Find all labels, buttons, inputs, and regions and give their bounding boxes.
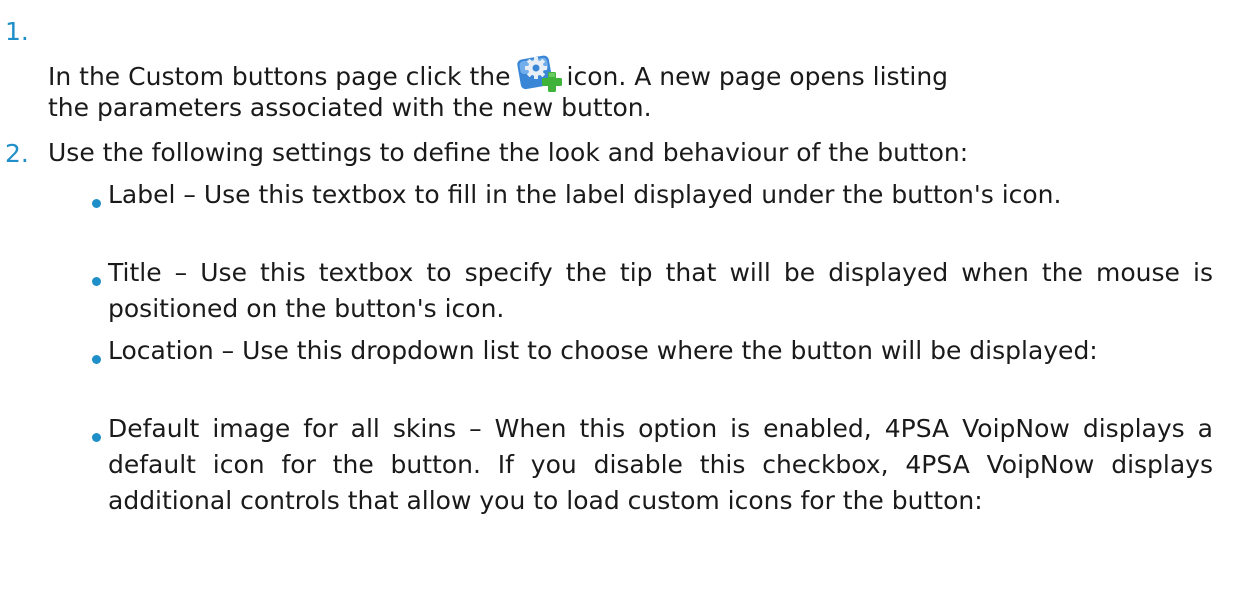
add-custom-button-gear-icon	[515, 53, 563, 93]
step-text-continued: the parameters associated with the new b…	[48, 93, 652, 122]
list-item: Default image for all skins – When this …	[108, 414, 1213, 515]
list-item: Label – Use this textbox to fill in the …	[108, 180, 1062, 209]
list-item: Location – Use this dropdown list to cho…	[108, 336, 1098, 365]
bullet-marker	[92, 199, 101, 208]
step-text-before-icon: In the Custom buttons page click the	[48, 62, 511, 91]
step-text-after-icon: icon. A new page opens listing	[566, 62, 949, 91]
bullet-marker	[92, 277, 101, 286]
bullet-marker	[92, 433, 101, 442]
step-number: 2.	[5, 139, 29, 168]
bullet-marker	[92, 355, 101, 364]
step-text: In the Custom buttons page click the ico…	[48, 53, 948, 95]
step-number: 1.	[5, 17, 29, 46]
step-text: Use the following settings to define the…	[48, 138, 969, 167]
list-item: Title – Use this textbox to specify the …	[108, 258, 1213, 323]
